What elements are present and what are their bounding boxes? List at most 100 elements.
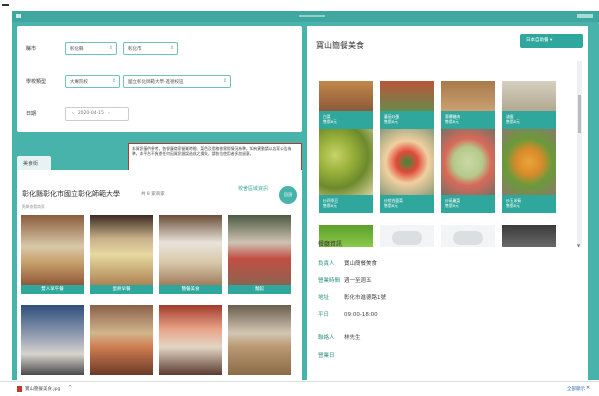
store-card[interactable]: [90, 305, 153, 375]
scrollbar-thumb[interactable]: [578, 95, 581, 133]
tab-food-court-label: 美食街: [23, 161, 39, 167]
top-bar: [12, 11, 599, 22]
info-value: 寶山簡餐美食: [344, 261, 378, 267]
dish-image: [502, 129, 556, 195]
info-row: 營業日: [318, 351, 344, 359]
results-panel: 彰化縣彰化市國立彰化師範大學 共 8 家商家 點擊查看商家 校舍區域資訊 回頂 …: [17, 170, 302, 380]
dish-label: 炒高麗菜 售價8元: [441, 195, 495, 213]
store-card-label: 麵館: [228, 285, 291, 294]
store-card-label: 雙人早午餐: [21, 285, 84, 294]
store-card[interactable]: [228, 305, 291, 375]
dish-image: [380, 81, 434, 111]
info-key: 聯絡人: [318, 335, 335, 341]
school-type-value: 大專院校: [70, 80, 88, 85]
dish-card[interactable]: 炒高麗菜 售價8元: [441, 129, 495, 213]
drag-handle[interactable]: [299, 15, 325, 17]
dish-card[interactable]: 白菜 售價8元: [319, 81, 373, 133]
notice-text: 本資訊僅供參考，各餐廳商家營業時間、菜色及價格依實際情況為準，如有異動請以店家公…: [132, 146, 292, 157]
info-value: 林先生: [344, 335, 361, 341]
county-select-value: 彰化縣: [70, 47, 84, 52]
chevron-down-icon: ⇕: [111, 78, 116, 84]
app-window: 縣市 彰化縣 ⇕ 彰化市 ⇕ 學校類型 大專院校 ⇕ 國立彰化師範大學-進德校區 ⇕ 日…: [12, 11, 599, 380]
dish-card[interactable]: 炒玉米筍 售價8元: [502, 129, 556, 213]
chevron-down-icon: ⇕: [169, 45, 174, 51]
county-label: 縣市: [26, 46, 37, 52]
campus-area-link[interactable]: 校舍區域資訊: [238, 185, 268, 192]
dish-card[interactable]: 蔥爆豬肉 售價8元: [441, 81, 495, 133]
caret-down-icon: ▾: [549, 38, 553, 43]
store-card[interactable]: 簡餐美食: [159, 215, 222, 294]
dish-card[interactable]: 炒四季豆 售價8元: [319, 129, 373, 213]
info-value: 週一至週五: [344, 278, 372, 284]
county-select[interactable]: 彰化縣 ⇕: [65, 42, 117, 55]
dish-card[interactable]: [502, 225, 556, 247]
dish-image: [319, 81, 373, 111]
dish-label: 炒四季豆 售價8元: [319, 195, 373, 213]
close-icon[interactable]: ✕: [586, 385, 590, 391]
school-type-label: 學校類型: [26, 79, 47, 85]
dish-scrollbar[interactable]: [577, 61, 582, 247]
store-card-label: 蛋餅早餐: [90, 285, 153, 294]
store-card-label: 簡餐美食: [159, 285, 222, 294]
info-value: 09:00-18:00: [344, 312, 378, 318]
dish-label: 炒綜合蔬菜 售價8元: [380, 195, 434, 213]
info-row: 聯絡人 林先生: [318, 333, 361, 341]
app-logo-icon: [16, 14, 21, 18]
category-dropdown-button[interactable]: 日本自助餐 ▾: [520, 34, 583, 48]
dish-image: [380, 129, 434, 195]
results-count: 共 8 家商家: [141, 192, 165, 197]
city-select[interactable]: 彰化市 ⇕: [123, 42, 178, 55]
filter-row-school: 學校類型 大專院校 ⇕ 國立彰化師範大學-進德校區 ⇕: [17, 72, 302, 92]
dish-card[interactable]: [441, 225, 495, 247]
category-dropdown-label: 日本自助餐: [526, 38, 549, 43]
chevron-up-icon[interactable]: ^: [68, 385, 72, 391]
dish-label: 炒玉米筍 售價8元: [502, 195, 556, 213]
city-select-value: 彰化市: [128, 47, 142, 52]
next-date-icon[interactable]: ›: [108, 111, 110, 116]
store-card[interactable]: [159, 305, 222, 375]
info-row: 負責人 寶山簡餐美食: [318, 259, 377, 267]
filter-row-county: 縣市 彰化縣 ⇕ 彰化市 ⇕: [17, 39, 302, 59]
image-placeholder-icon: [453, 231, 483, 245]
info-row: 地址 彰化市進德路1號: [318, 293, 386, 301]
store-card[interactable]: 麵館: [228, 215, 291, 294]
info-row: 平日 09:00-18:00: [318, 310, 378, 318]
image-placeholder-icon: [392, 231, 422, 245]
restaurant-title: 寶山簡餐美食: [316, 41, 364, 50]
school-type-select[interactable]: 大專院校 ⇕: [65, 75, 120, 88]
dish-card[interactable]: 炒綜合蔬菜 售價8元: [380, 129, 434, 213]
date-picker[interactable]: ‹ 2020-04-15 ›: [65, 107, 129, 121]
info-heading: 餐廳資訊: [318, 241, 343, 248]
results-title: 彰化縣彰化市國立彰化師範大學: [22, 190, 120, 198]
info-key: 營業時間: [318, 278, 341, 284]
store-card[interactable]: 雙人早午餐: [21, 215, 84, 294]
store-card[interactable]: 蛋餅早餐: [90, 215, 153, 294]
minimize-button[interactable]: [577, 14, 593, 18]
dish-card[interactable]: 滷蛋 售價8元: [502, 81, 556, 133]
date-value: 2020-04-15: [77, 111, 104, 116]
date-label: 日期: [26, 111, 37, 117]
left-window-edge: [0, 2, 12, 381]
show-all-button[interactable]: 全部顯示: [567, 386, 585, 392]
info-key: 負責人: [318, 261, 335, 267]
info-key: 平日: [318, 312, 330, 318]
info-key: 營業日: [318, 353, 335, 359]
download-item-name[interactable]: 寶山簡餐美食.jpg: [25, 386, 60, 392]
dish-card[interactable]: 蕃茄炒蛋 售價8元: [380, 81, 434, 133]
store-card[interactable]: [21, 305, 84, 375]
prev-date-icon[interactable]: ‹: [72, 111, 74, 116]
back-to-top-button[interactable]: 回頂: [279, 186, 297, 204]
dish-image: [441, 129, 495, 195]
school-select[interactable]: 國立彰化師範大學-進德校區 ⇕: [123, 75, 231, 88]
school-select-value: 國立彰化師範大學-進德校區: [128, 80, 184, 85]
scroll-down-icon[interactable]: ▼: [577, 243, 580, 248]
pdf-file-icon: [17, 386, 22, 392]
tab-food-court[interactable]: 美食街: [17, 156, 51, 170]
window-edge-mark: [2, 4, 9, 6]
dish-card[interactable]: [380, 225, 434, 247]
download-bar: 寶山簡餐美食.jpg ^ 全部顯示 ✕: [0, 381, 599, 396]
chevron-down-icon: ⇕: [108, 45, 113, 51]
dish-image: [441, 81, 495, 111]
restaurant-detail-panel: 寶山簡餐美食 日本自助餐 ▾ 白菜 售價8元 蕃茄炒蛋 售價8元 蔥爆豬肉 售價8元 …: [307, 26, 588, 380]
dish-image: [319, 129, 373, 195]
